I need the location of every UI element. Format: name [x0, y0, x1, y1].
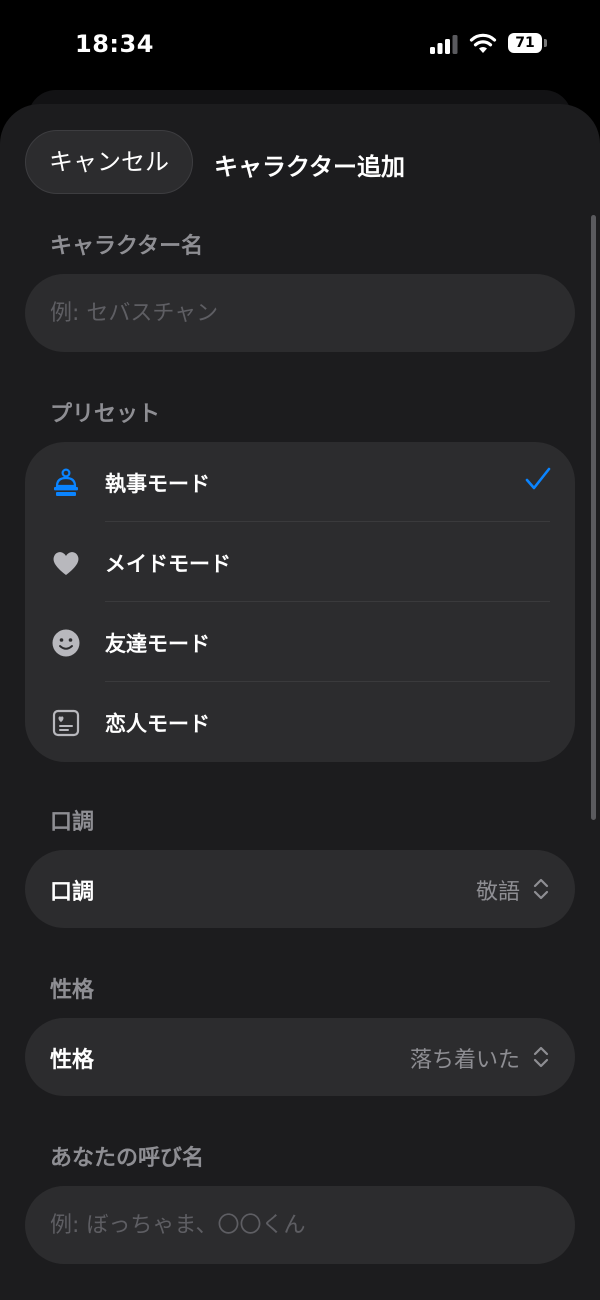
chevron-up-down-icon	[533, 878, 549, 900]
preset-item-maid[interactable]: メイドモード	[25, 522, 575, 602]
chevron-up-down-icon	[533, 1046, 549, 1068]
preset-item-label: 友達モード	[105, 632, 210, 656]
status-time: 18:34	[75, 30, 154, 58]
status-bar: 18:34 71	[0, 0, 600, 90]
personality-picker-value: 落ち着いた	[409, 1048, 520, 1073]
tone-picker[interactable]: 口調 敬語	[25, 850, 575, 928]
preset-item-label: 執事モード	[105, 472, 210, 496]
cellular-signal-icon	[430, 35, 458, 54]
character-name-input[interactable]	[50, 274, 550, 352]
preset-label: プリセット	[50, 402, 161, 427]
tone-section-label: 口調	[50, 810, 95, 835]
heart-icon	[53, 552, 79, 575]
tone-picker-label: 口調	[50, 880, 95, 905]
photo-card-icon	[52, 709, 80, 737]
butler-bell-icon	[54, 468, 78, 496]
sheet-title: キャラクター追加	[214, 153, 406, 181]
checkmark-icon	[525, 467, 551, 490]
wifi-icon	[469, 33, 497, 53]
battery-icon: 71	[508, 33, 548, 53]
preset-item-friend[interactable]: 友達モード	[25, 602, 575, 682]
scroll-indicator[interactable]	[591, 215, 596, 820]
cancel-button[interactable]: キャンセル	[25, 130, 193, 194]
preset-item-lover[interactable]: 恋人モード	[25, 682, 575, 762]
tone-picker-value: 敬語	[475, 880, 520, 905]
preset-item-label: 恋人モード	[105, 712, 210, 736]
nickname-input[interactable]	[50, 1186, 550, 1264]
personality-picker[interactable]: 性格 落ち着いた	[25, 1018, 575, 1096]
nickname-label: あなたの呼び名	[50, 1146, 205, 1171]
battery-level: 71	[508, 33, 542, 53]
character-name-label: キャラクター名	[50, 234, 204, 259]
add-character-sheet: キャンセル キャラクター追加 キャラクター名 プリセット 執事モード メイドモー	[0, 104, 600, 1300]
character-name-field[interactable]	[25, 274, 575, 352]
personality-section-label: 性格	[50, 978, 95, 1003]
preset-item-butler[interactable]: 執事モード	[25, 442, 575, 522]
preset-item-label: メイドモード	[105, 552, 231, 576]
nickname-field[interactable]	[25, 1186, 575, 1264]
smiley-icon	[52, 629, 80, 657]
personality-picker-label: 性格	[50, 1048, 95, 1073]
preset-list: 執事モード メイドモード 友達モード 恋人モード	[25, 442, 575, 762]
